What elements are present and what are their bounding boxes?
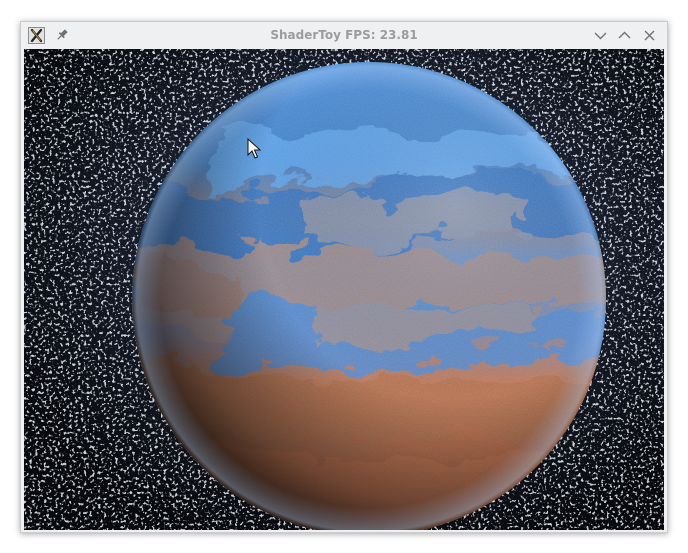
mouse-cursor-icon [247, 138, 261, 160]
shadertoy-window: ShaderToy FPS: 23.81 [20, 21, 668, 533]
planet-render [24, 49, 664, 530]
shader-viewport[interactable] [24, 49, 664, 530]
titlebar[interactable]: ShaderToy FPS: 23.81 [21, 22, 667, 49]
window-title: ShaderToy FPS: 23.81 [270, 28, 418, 42]
app-x-icon[interactable] [28, 27, 45, 44]
pin-icon[interactable] [54, 27, 70, 43]
maximize-icon[interactable] [616, 27, 633, 44]
minimize-icon[interactable] [592, 27, 609, 44]
close-icon[interactable] [641, 27, 658, 44]
